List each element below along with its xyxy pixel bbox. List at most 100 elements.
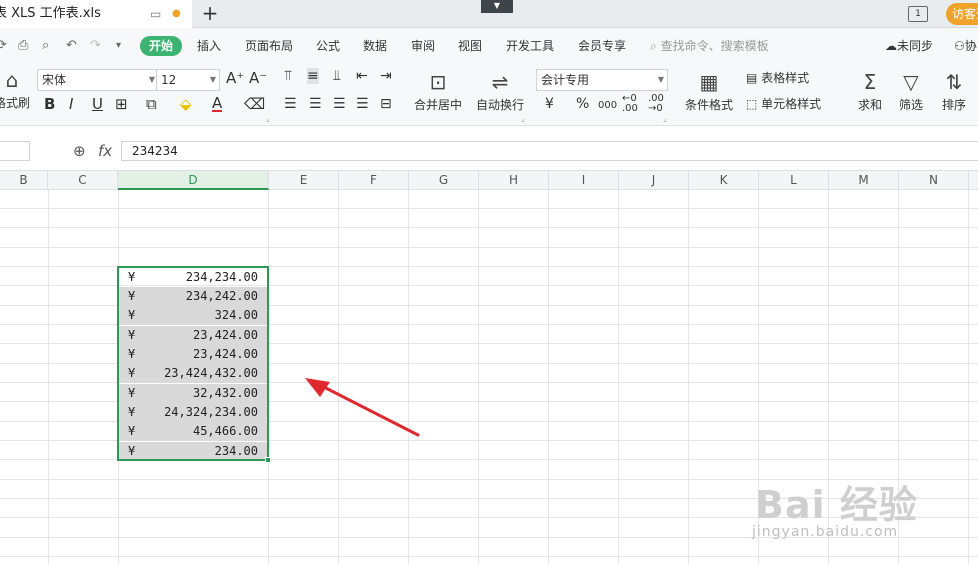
font-color-icon[interactable]: A [212, 96, 223, 112]
column-header-g[interactable]: G [409, 171, 479, 190]
chevron-down-icon[interactable]: ▼ [481, 0, 513, 13]
number-format-select[interactable]: 会计专用 ▼ [536, 69, 668, 91]
highlight-color-icon[interactable]: ⬙ [180, 96, 192, 112]
print-icon[interactable]: ⎙ [18, 28, 28, 64]
undo-icon[interactable]: ↶ [66, 28, 77, 64]
align-top-icon[interactable]: ⫪ [284, 68, 292, 84]
align-dialog-launcher-icon[interactable]: ⌟ [521, 114, 525, 123]
menu-view[interactable]: 视图 [458, 28, 482, 64]
align-right-icon[interactable]: ☰ [333, 96, 346, 112]
wrap-text-icon: ⇌ [491, 70, 509, 94]
sync-status[interactable]: ☁未同步 [885, 28, 933, 64]
menu-review[interactable]: 审阅 [411, 28, 435, 64]
column-header-e[interactable]: E [269, 171, 339, 190]
menu-bar: ⟳ ⎙ ⌕ ↶ ↷ ▾ 开始 插入 页面布局 公式 数据 审阅 视图 开发工具 … [0, 28, 978, 64]
more-chevron-icon[interactable]: ▾ [116, 28, 121, 64]
table-style-icon: ▤ [746, 71, 758, 85]
align-middle-icon[interactable]: ≡ [307, 68, 319, 84]
preview-icon[interactable]: ⌕ [42, 28, 49, 64]
selection-range[interactable] [117, 266, 269, 461]
font-dialog-launcher-icon[interactable]: ⌟ [266, 114, 270, 123]
menu-home[interactable]: 开始 [140, 36, 183, 56]
eraser-icon[interactable]: ⌫ [244, 96, 265, 112]
column-header-b[interactable]: B [0, 171, 48, 190]
align-bottom-icon[interactable]: ⫫ [333, 68, 341, 84]
font-size-select[interactable]: 12 ▼ [156, 69, 220, 91]
column-header-f[interactable]: F [339, 171, 409, 190]
sort-icon: ⇅ [945, 70, 963, 94]
font-name-select[interactable]: 宋体 ▼ [37, 69, 159, 91]
cloud-icon: ☁ [885, 39, 897, 53]
new-tab-button[interactable]: + [200, 0, 220, 28]
bold-button[interactable]: B [44, 96, 55, 112]
filter-icon: ▽ [903, 70, 919, 94]
currency-format-button[interactable]: ¥ [545, 96, 554, 112]
thousands-separator-button[interactable]: 000 [598, 98, 617, 114]
document-tab[interactable]: 表 XLS 工作表.xls [0, 0, 192, 28]
sort-button[interactable]: ⇅ 排序 [934, 68, 974, 113]
menu-formulas[interactable]: 公式 [316, 28, 340, 64]
menu-insert[interactable]: 插入 [197, 28, 221, 64]
format-painter-icon: ⌂ [5, 68, 19, 92]
formula-input[interactable]: 234234 [121, 141, 978, 161]
align-center-icon[interactable]: ☰ [309, 96, 322, 112]
column-header-row: B C D E F G H I J K L M N [0, 170, 978, 190]
column-header-d[interactable]: D [118, 171, 269, 190]
visitor-login-button[interactable]: 访客登录 [946, 3, 978, 25]
wrap-text-button[interactable]: ⇌ 自动换行 [474, 68, 526, 113]
grid-line [0, 479, 978, 480]
search-placeholder: 查找命令、搜索模板 [660, 39, 769, 53]
redo-icon[interactable]: ↷ [90, 28, 101, 64]
column-header-i[interactable]: I [549, 171, 619, 190]
percent-format-button[interactable]: % [576, 96, 589, 112]
unsaved-dot-icon: ● [172, 8, 181, 19]
screen-icon[interactable]: ▭ [150, 0, 161, 28]
column-header-m[interactable]: M [829, 171, 899, 190]
menu-member[interactable]: 会员专享 [578, 28, 626, 64]
grid-line [0, 517, 978, 518]
fill-style-icon[interactable]: ⧉ [146, 96, 157, 112]
merge-center-button[interactable]: ⊡ 合并居中 [408, 68, 468, 113]
zoom-icon[interactable]: ⊕ [73, 141, 86, 161]
justify-icon[interactable]: ☰ [356, 96, 369, 112]
underline-button[interactable]: U [92, 96, 103, 112]
name-box[interactable] [0, 141, 30, 161]
chevron-down-icon: ▼ [148, 75, 155, 84]
decrease-font-icon[interactable]: A⁻ [249, 70, 267, 86]
fill-handle[interactable] [265, 457, 271, 463]
merge-cells-icon: ⊡ [429, 70, 447, 94]
window-layout-button[interactable]: 1 [908, 6, 928, 22]
share-icon[interactable]: ⟳ [0, 28, 7, 64]
grid-line [0, 537, 978, 538]
command-search[interactable]: ⌕ 查找命令、搜索模板 [650, 28, 769, 64]
column-header-l[interactable]: L [759, 171, 829, 190]
table-style-button[interactable]: ▤ 表格样式 [746, 70, 809, 86]
indent-increase-icon[interactable]: ⇥ [380, 68, 392, 84]
sum-button[interactable]: Σ 求和 [852, 68, 888, 113]
menu-page-layout[interactable]: 页面布局 [245, 28, 293, 64]
indent-decrease-icon[interactable]: ⇤ [356, 68, 368, 84]
conditional-format-button[interactable]: ▦ 条件格式 [680, 68, 738, 113]
column-header-n[interactable]: N [899, 171, 969, 190]
cell-style-button[interactable]: ⬚ 单元格样式 [746, 96, 821, 112]
decrease-decimal-icon[interactable]: .00 →0 [648, 94, 664, 114]
align-left-icon[interactable]: ☰ [284, 96, 297, 112]
filter-button[interactable]: ▽ 筛选 [893, 68, 929, 113]
italic-button[interactable]: I [69, 96, 73, 112]
collaborate-button[interactable]: ⚇协 [954, 28, 977, 64]
column-header-j[interactable]: J [619, 171, 689, 190]
sigma-icon: Σ [863, 70, 877, 94]
column-header-c[interactable]: C [48, 171, 118, 190]
distribute-icon[interactable]: ⊟ [380, 96, 392, 112]
format-painter-button[interactable]: ⌂ 格式刷 [0, 66, 32, 111]
column-header-h[interactable]: H [479, 171, 549, 190]
increase-font-icon[interactable]: A⁺ [226, 70, 244, 86]
search-icon: ⌕ [650, 39, 657, 53]
fx-icon[interactable]: fx [98, 141, 112, 161]
column-header-k[interactable]: K [689, 171, 759, 190]
number-dialog-launcher-icon[interactable]: ⌟ [663, 114, 667, 123]
border-icon[interactable]: ⊞ [115, 96, 128, 112]
increase-decimal-icon[interactable]: ←0.00 [622, 94, 638, 114]
menu-developer[interactable]: 开发工具 [506, 28, 554, 64]
menu-data[interactable]: 数据 [363, 28, 387, 64]
